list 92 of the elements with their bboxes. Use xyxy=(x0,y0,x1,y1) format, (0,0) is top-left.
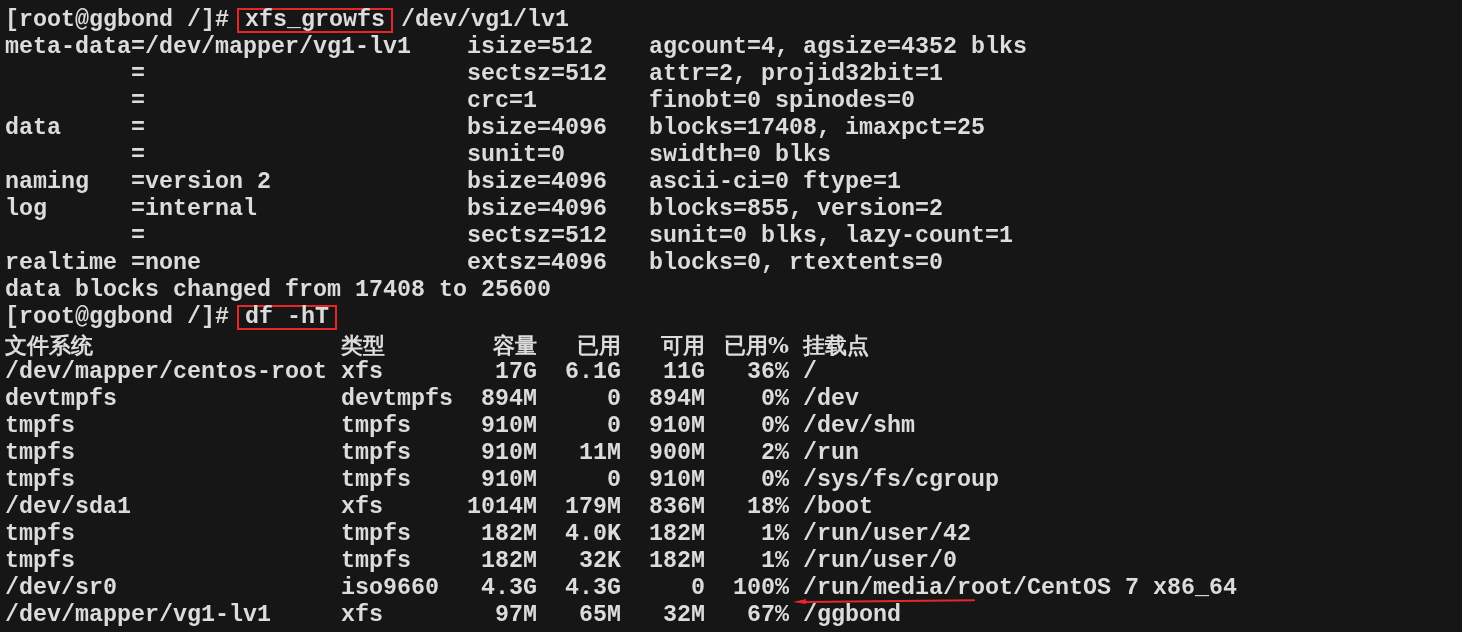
shell-prompt: [root@ggbond /]# xyxy=(5,7,229,34)
table-cell-text: /dev/mapper/vg1-lv1 xyxy=(5,603,272,626)
table-cell-text: /dev xyxy=(802,387,859,410)
output-line: = sunit=0 swidth=0 blks xyxy=(130,142,831,169)
table-cell-text: 32K xyxy=(578,549,621,572)
table-cell-text: tmpfs xyxy=(5,468,76,491)
shell-prompt: [root@ggbond /]# xyxy=(5,304,229,331)
column-header: 挂载点 xyxy=(801,333,869,356)
column-header: 容量 xyxy=(492,333,537,356)
table-cell-text: 182M xyxy=(480,522,537,545)
table-cell-text: 910M xyxy=(648,414,705,437)
command-text: xfs_growfs xyxy=(237,8,393,33)
table-cell-text: 182M xyxy=(480,549,537,572)
table-cell-text: 0 xyxy=(606,468,621,491)
output-line: realtime =none extsz=4096 blocks=0, rtextents=0 xyxy=(5,250,943,277)
table-cell-text: / xyxy=(802,360,817,383)
table-cell-text: tmpfs xyxy=(5,414,76,437)
table-cell-text: tmpfs xyxy=(341,468,412,491)
column-header: 已用 xyxy=(576,333,621,356)
output-line: meta-data=/dev/mapper/vg1-lv1 isize=512 agcount=4, agsize=4352 blks xyxy=(5,34,1027,61)
table-cell-text: 0% xyxy=(760,387,789,410)
output-line: log =internal bsize=4096 blocks=855, version=2 xyxy=(5,196,943,223)
table-cell-text: 894M xyxy=(648,387,705,410)
table-cell-text: tmpfs xyxy=(341,522,412,545)
table-cell-text: xfs xyxy=(341,603,384,626)
table-cell-text: 894M xyxy=(480,387,537,410)
table-cell-text: 0 xyxy=(606,414,621,437)
table-cell-text: /run/user/0 xyxy=(802,549,957,572)
table-cell-text: /run xyxy=(802,441,859,464)
table-cell-text: tmpfs xyxy=(341,441,412,464)
table-cell-text: tmpfs xyxy=(5,549,76,572)
output-line: = sectsz=512 sunit=0 blks, lazy-count=1 xyxy=(130,223,1013,250)
table-cell-text: 2% xyxy=(760,441,789,464)
table-cell-text: 910M xyxy=(480,441,537,464)
table-cell-text: 0 xyxy=(690,576,705,599)
table-cell-text: 0 xyxy=(606,387,621,410)
table-cell-text: /dev/sr0 xyxy=(5,576,118,599)
column-header: 文件系统 xyxy=(5,333,94,356)
table-cell: devtmpfs xyxy=(341,387,453,410)
table-cell-text: /ggbond xyxy=(802,603,901,626)
command-argument: /dev/vg1/lv1 xyxy=(401,7,569,34)
table-cell-text: 1% xyxy=(760,549,789,572)
table-cell-text: 836M xyxy=(648,495,705,518)
table-cell-text: 1014M xyxy=(466,495,537,518)
output-line: naming =version 2 bsize=4096 ascii-ci=0 ftype=1 xyxy=(5,169,901,196)
table-cell-text: 0% xyxy=(760,414,789,437)
output-line: data = bsize=4096 blocks=17408, imaxpct=25 xyxy=(5,115,985,142)
table-cell-text: tmpfs xyxy=(341,549,412,572)
table-cell-text: iso9660 xyxy=(341,576,440,599)
table-cell-text: 182M xyxy=(648,522,705,545)
column-header: 已用% xyxy=(723,333,789,356)
table-cell-text: xfs xyxy=(341,360,384,383)
table-cell-text: 67% xyxy=(746,603,789,626)
table-cell-text: /dev/mapper/centos-root xyxy=(5,360,328,383)
table-cell-text: 100% xyxy=(732,576,789,599)
table-cell-text: 11M xyxy=(578,441,621,464)
table-cell-text: /run/user/42 xyxy=(802,522,971,545)
table-cell-text: xfs xyxy=(341,495,384,518)
table-cell-text: /sys/fs/cgroup xyxy=(802,468,999,491)
output-line: = sectsz=512 attr=2, projid32bit=1 xyxy=(130,61,943,88)
table-cell-text: 97M xyxy=(494,603,537,626)
command-text: df -hT xyxy=(237,305,337,330)
table-cell-text: /dev/shm xyxy=(802,414,915,437)
table-cell-text: 910M xyxy=(480,414,537,437)
table-cell-text: tmpfs xyxy=(5,522,76,545)
column-header: 类型 xyxy=(341,333,386,356)
table-cell-text: tmpfs xyxy=(5,441,76,464)
table-cell-text: 11G xyxy=(662,360,705,383)
table-cell-text: tmpfs xyxy=(341,414,412,437)
table-cell-text: 910M xyxy=(648,468,705,491)
table-cell-text: 18% xyxy=(746,495,789,518)
table-cell-text: devtmpfs xyxy=(5,387,118,410)
table-cell-text: 179M xyxy=(564,495,621,518)
table-cell-text: /boot xyxy=(802,495,873,518)
output-line: = crc=1 finobt=0 spinodes=0 xyxy=(130,88,915,115)
table-cell-text: 17G xyxy=(494,360,537,383)
table-cell-text: /run/media/root/CentOS 7 x86_64 xyxy=(802,576,1237,599)
table-cell-text: 910M xyxy=(480,468,537,491)
table-cell-text: 4.0K xyxy=(564,522,621,545)
table-cell-text: 182M xyxy=(648,549,705,572)
output-line: data blocks changed from 17408 to 25600 xyxy=(5,277,551,304)
table-cell-text: 900M xyxy=(648,441,705,464)
table-cell-text: 36% xyxy=(746,360,789,383)
table-cell-text: 4.3G xyxy=(480,576,537,599)
table-cell-text: 0% xyxy=(760,468,789,491)
table-cell-text: 32M xyxy=(662,603,705,626)
column-header: 可用 xyxy=(660,333,705,356)
table-cell-text: 65M xyxy=(578,603,621,626)
table-cell-text: 6.1G xyxy=(564,360,621,383)
table-cell-text: 4.3G xyxy=(564,576,621,599)
table-cell-text: /dev/sda1 xyxy=(5,495,132,518)
table-cell-text: 1% xyxy=(760,522,789,545)
